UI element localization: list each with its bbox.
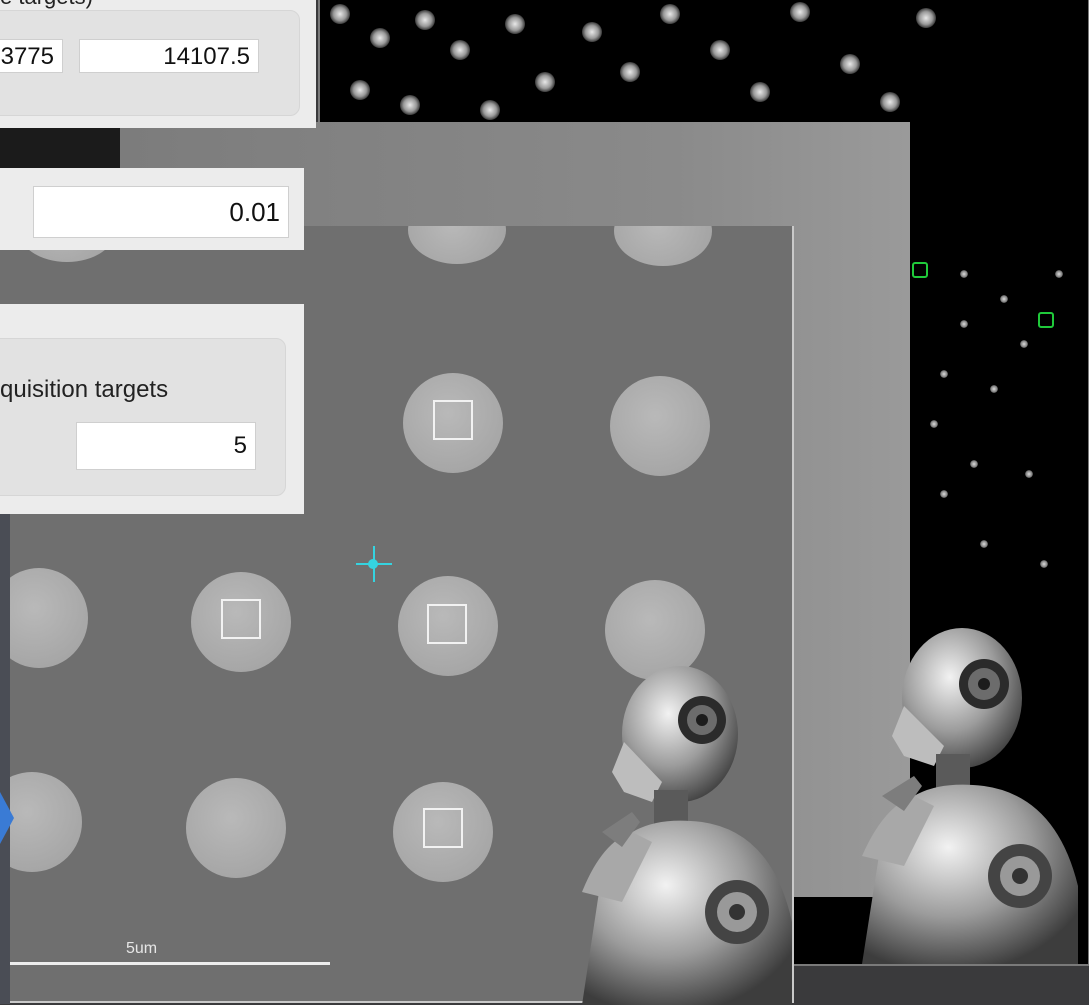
micrograph-spot [370, 28, 390, 48]
panel-header-text: e targets) [0, 0, 93, 10]
micrograph-spot [750, 82, 770, 102]
acquisition-targets-label: quisition targets [0, 376, 169, 403]
micrograph-spot [1020, 340, 1028, 348]
micrograph-spot [880, 92, 900, 112]
grid-hole [610, 376, 710, 476]
threshold-panel: 0.01 [0, 168, 304, 250]
micrograph-spot [1055, 270, 1063, 278]
micrograph-spot [620, 62, 640, 82]
detection-marker [912, 262, 928, 278]
micrograph-spot [400, 95, 420, 115]
micrograph-spot [415, 10, 435, 30]
y-coordinate-field[interactable]: 14107.5 [79, 39, 259, 73]
micrograph-spot [840, 54, 860, 74]
acquisition-group [0, 338, 286, 496]
micrograph-spot [480, 100, 500, 120]
micrograph-spot [505, 14, 525, 34]
arrow-right-icon[interactable] [0, 792, 14, 844]
acquisition-target-box[interactable] [221, 599, 261, 639]
micrograph-spot [930, 420, 938, 428]
micrograph-spot [450, 40, 470, 60]
grid-hole [186, 778, 286, 878]
grid-hole [408, 226, 506, 264]
micrograph-spot [582, 22, 602, 42]
micrograph-spot [660, 4, 680, 24]
micrograph-spot [350, 80, 370, 100]
micrograph-spot [535, 72, 555, 92]
acquisition-targets-count-field[interactable]: 5 [76, 422, 256, 470]
scale-bar-label: 5um [126, 940, 158, 957]
detection-marker [1038, 312, 1054, 328]
micrograph-spot [1025, 470, 1033, 478]
left-edge-bar [0, 514, 10, 1004]
threshold-field[interactable]: 0.01 [33, 186, 289, 238]
target-coordinates-panel: e targets) 3775 14107.5 [0, 0, 316, 128]
micrograph-spot [330, 4, 350, 24]
micrograph-spot [990, 385, 998, 393]
dark-strip [0, 128, 120, 168]
grid-hole [0, 568, 88, 668]
micrograph-spot [960, 320, 968, 328]
micrograph-spot [960, 270, 968, 278]
micrograph-spot [940, 490, 948, 498]
robot-illustration [862, 628, 1078, 964]
micrograph-spot [1040, 560, 1048, 568]
robot-illustration [582, 666, 792, 1005]
acquisition-target-box[interactable] [433, 400, 473, 440]
scale-bar [10, 962, 330, 965]
micrograph-spot [940, 370, 948, 378]
grid-hole [614, 226, 712, 266]
x-coordinate-field[interactable]: 3775 [0, 39, 63, 73]
coordinates-group: 3775 14107.5 [0, 10, 300, 116]
micrograph-spot [916, 8, 936, 28]
crosshair-cursor-icon [368, 559, 378, 569]
micrograph-spot [710, 40, 730, 60]
acquisition-target-box[interactable] [427, 604, 467, 644]
acquisition-targets-panel: quisition targets 5 [0, 304, 304, 514]
acquisition-target-box[interactable] [423, 808, 463, 848]
micrograph-spot [980, 540, 988, 548]
micrograph-spot [970, 460, 978, 468]
micrograph-spot [1000, 295, 1008, 303]
micrograph-spot [790, 2, 810, 22]
